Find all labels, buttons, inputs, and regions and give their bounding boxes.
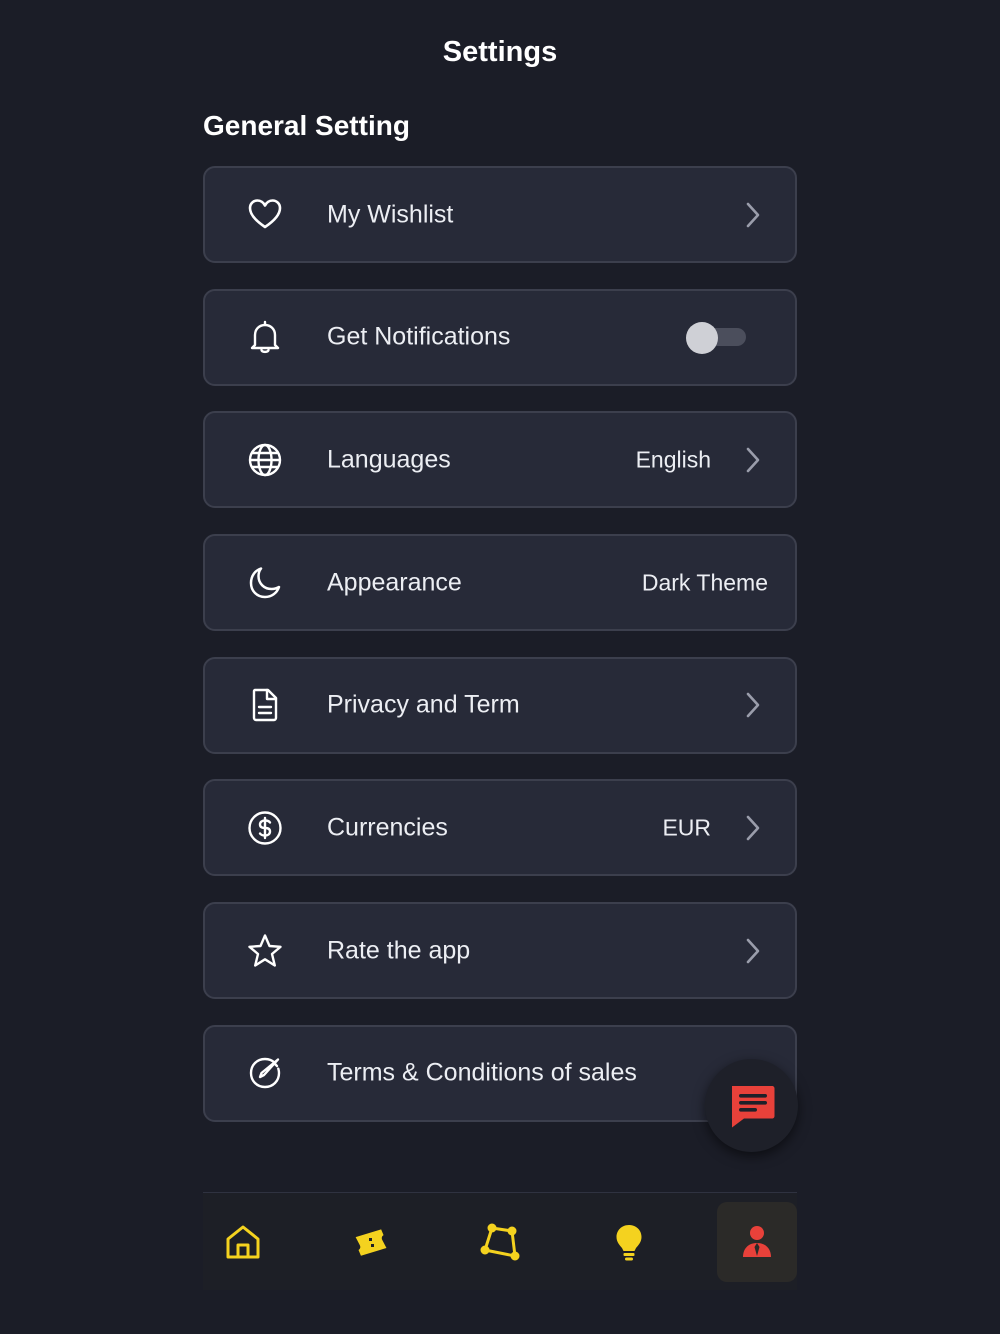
settings-row-currencies[interactable]: Currencies EUR: [203, 779, 797, 877]
dollar-icon: [247, 810, 283, 846]
settings-value-appearance: Dark Theme: [641, 569, 768, 596]
page-title: Settings: [442, 36, 558, 68]
settings-label-currencies: Currencies: [327, 813, 448, 842]
settings-label-appearance: Appearance: [327, 568, 462, 597]
bell-icon: [247, 319, 283, 355]
settings-list: My Wishlist Get Notifications Languages …: [203, 166, 797, 1148]
nav-tickets[interactable]: [332, 1202, 412, 1282]
toggle-knob: [686, 322, 718, 355]
settings-label-rate: Rate the app: [327, 936, 471, 965]
settings-row-privacy[interactable]: Privacy and Term: [203, 656, 797, 754]
settings-row-rate[interactable]: Rate the app: [203, 902, 797, 1000]
settings-label-terms: Terms & Conditions of sales: [327, 1058, 637, 1087]
shape-icon: [480, 1222, 520, 1262]
nav-home[interactable]: [203, 1202, 283, 1282]
settings-value-currencies: EUR: [662, 814, 711, 841]
star-icon: [247, 933, 283, 969]
heart-icon: [247, 197, 283, 233]
chevron-right-icon: [743, 446, 763, 474]
settings-label-wishlist: My Wishlist: [327, 200, 454, 228]
settings-row-notifications: Get Notifications: [203, 288, 797, 386]
lightbulb-icon: [609, 1222, 649, 1262]
document-icon: [247, 687, 283, 723]
settings-label-languages: Languages: [327, 445, 451, 474]
nav-profile[interactable]: [717, 1201, 797, 1282]
moon-icon: [247, 565, 283, 601]
tickets-icon: [352, 1222, 392, 1262]
chevron-right-icon: [743, 937, 763, 965]
globe-icon: [247, 442, 283, 478]
home-icon: [223, 1222, 263, 1262]
bottom-nav: [203, 1192, 797, 1290]
nav-ideas[interactable]: [589, 1202, 669, 1282]
user-icon: [737, 1222, 777, 1262]
settings-label-privacy: Privacy and Term: [327, 690, 520, 719]
settings-label-notifications: Get Notifications: [327, 322, 511, 351]
chat-button[interactable]: [705, 1059, 798, 1152]
settings-row-languages[interactable]: Languages English: [203, 411, 797, 509]
settings-screen: Settings General Setting My Wishlist Get…: [0, 0, 1000, 1334]
nav-shape[interactable]: [460, 1202, 540, 1282]
chat-icon: [726, 1080, 778, 1132]
chevron-right-icon: [743, 814, 763, 842]
settings-row-appearance[interactable]: Appearance Dark Theme: [203, 534, 797, 632]
chevron-right-icon: [743, 691, 763, 719]
section-title: General Setting: [203, 110, 410, 141]
chevron-right-icon: [743, 201, 763, 229]
pen-circle-icon: [247, 1055, 283, 1091]
settings-row-wishlist[interactable]: My Wishlist: [203, 166, 797, 263]
settings-value-languages: English: [635, 446, 711, 473]
notifications-toggle[interactable]: [686, 322, 746, 355]
